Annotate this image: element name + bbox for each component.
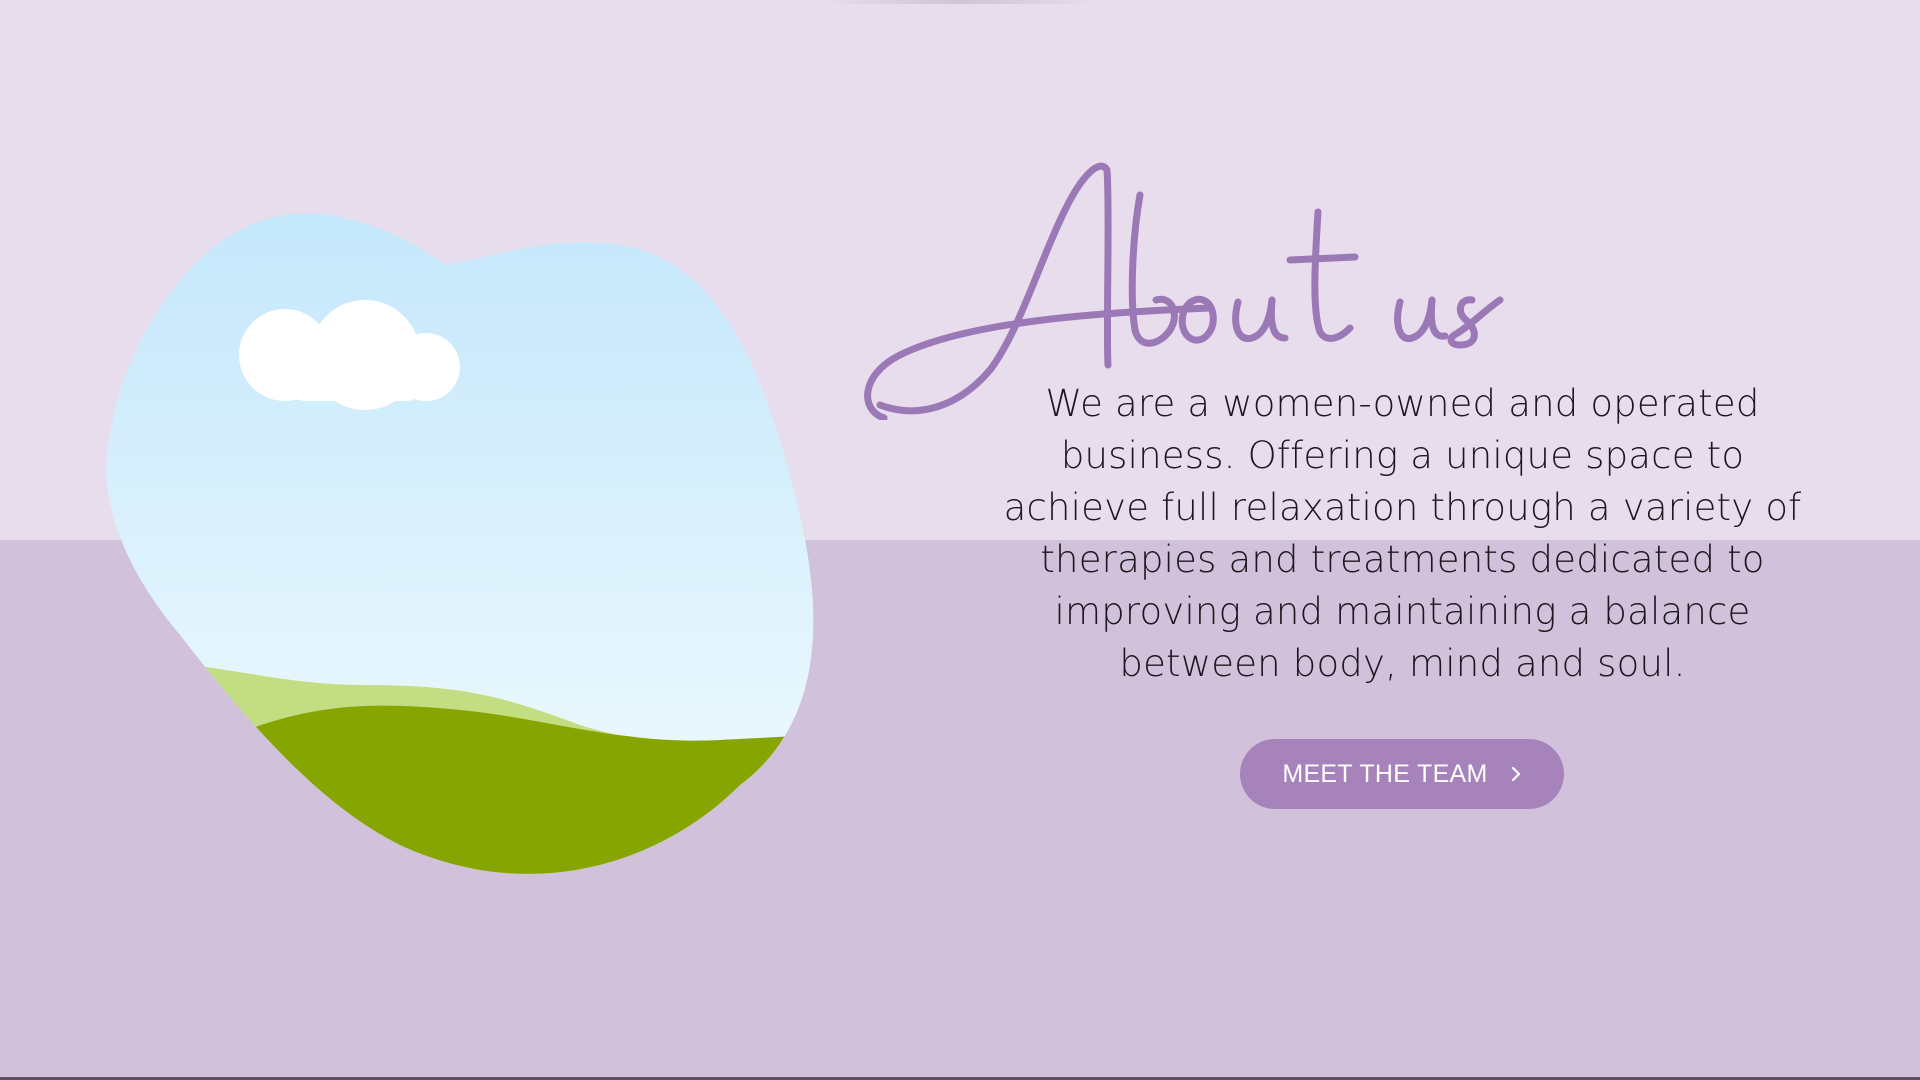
about-page: About us We are a women-ow bbox=[0, 0, 1920, 1080]
meet-the-team-button[interactable]: MEET THE TEAM bbox=[1240, 739, 1564, 809]
about-description: We are a women-owned and operated busine… bbox=[1003, 382, 1802, 685]
top-edge-shadow bbox=[820, 0, 1100, 4]
landscape-blob-image bbox=[106, 213, 814, 874]
meet-the-team-label: MEET THE TEAM bbox=[1282, 759, 1488, 788]
chevron-right-icon bbox=[1510, 766, 1522, 782]
landscape-illustration bbox=[100, 205, 830, 875]
